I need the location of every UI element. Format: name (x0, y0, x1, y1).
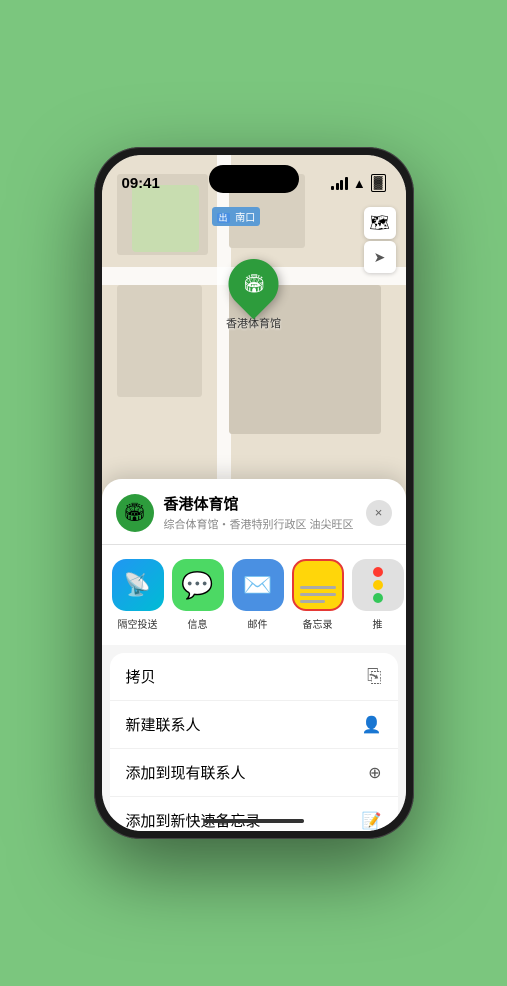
bottom-sheet: 🏟 香港体育馆 综合体育馆・香港特别行政区 油尖旺区 × 📡 隔空投送 (102, 479, 406, 831)
map-controls: 🗺 ➤ (364, 207, 396, 273)
action-new-contact-label: 新建联系人 (126, 714, 201, 735)
more-label: 推 (373, 616, 383, 631)
action-quick-note[interactable]: 添加到新快速备忘录 📝 (110, 797, 398, 831)
mail-label: 邮件 (248, 616, 268, 631)
dynamic-island (209, 165, 299, 193)
venue-info: 香港体育馆 综合体育馆・香港特别行政区 油尖旺区 (164, 493, 356, 532)
share-notes[interactable]: 备忘录 (292, 559, 344, 631)
venue-header: 🏟 香港体育馆 综合体育馆・香港特别行政区 油尖旺区 × (102, 479, 406, 545)
share-airdrop[interactable]: 📡 隔空投送 (112, 559, 164, 631)
location-pin: 🏟 香港体育馆 (226, 259, 281, 331)
location-button[interactable]: ➤ (364, 241, 396, 273)
notes-lines-decoration (294, 561, 342, 609)
share-row: 📡 隔空投送 💬 信息 ✉️ 邮件 (102, 545, 406, 645)
home-indicator (204, 819, 304, 823)
airdrop-label: 隔空投送 (118, 616, 158, 631)
signal-icon (331, 177, 348, 190)
wifi-icon: ▲ (353, 176, 366, 191)
map-type-icon: 🗺 (369, 213, 389, 233)
pin-icon: 🏟 (242, 274, 265, 295)
status-icons: ▲ ▓ (331, 174, 385, 192)
copy-icon: ⎘ (367, 666, 381, 687)
share-mail[interactable]: ✉️ 邮件 (232, 559, 284, 631)
action-copy[interactable]: 拷贝 ⎘ (110, 653, 398, 701)
venue-subtitle: 综合体育馆・香港特别行政区 油尖旺区 (164, 516, 356, 532)
map-entrance-label: 出 南口 (212, 207, 261, 226)
close-button[interactable]: × (366, 500, 392, 526)
new-contact-icon: 👤 (362, 715, 382, 735)
airdrop-icon: 📡 (112, 559, 164, 611)
action-copy-label: 拷贝 (126, 666, 156, 687)
location-arrow-icon: ➤ (374, 249, 386, 266)
quick-note-icon: 📝 (362, 811, 382, 831)
share-more[interactable]: 推 (352, 559, 404, 631)
pin-circle: 🏟 (218, 249, 289, 320)
venue-name: 香港体育馆 (164, 493, 356, 514)
phone-frame: 09:41 ▲ ▓ 出 南口 (94, 147, 414, 839)
phone-screen: 09:41 ▲ ▓ 出 南口 (102, 155, 406, 831)
action-add-contact[interactable]: 添加到现有联系人 ⊕ (110, 749, 398, 797)
action-list: 拷贝 ⎘ 新建联系人 👤 添加到现有联系人 ⊕ 添加到新快速备忘录 📝 打印 (110, 653, 398, 831)
message-icon: 💬 (172, 559, 224, 611)
action-new-contact[interactable]: 新建联系人 👤 (110, 701, 398, 749)
more-icon (352, 559, 404, 611)
colored-dots-decoration (373, 567, 383, 603)
map-area: 出 南口 🗺 ➤ 🏟 香港体育馆 (102, 155, 406, 527)
map-type-button[interactable]: 🗺 (364, 207, 396, 239)
mail-icon: ✉️ (232, 559, 284, 611)
message-label: 信息 (188, 616, 208, 631)
notes-icon (292, 559, 344, 611)
add-contact-icon: ⊕ (368, 763, 381, 783)
status-time: 09:41 (122, 175, 160, 192)
action-add-contact-label: 添加到现有联系人 (126, 762, 246, 783)
battery-icon: ▓ (371, 174, 386, 192)
share-message[interactable]: 💬 信息 (172, 559, 224, 631)
notes-label: 备忘录 (303, 616, 333, 631)
venue-icon: 🏟 (116, 494, 154, 532)
